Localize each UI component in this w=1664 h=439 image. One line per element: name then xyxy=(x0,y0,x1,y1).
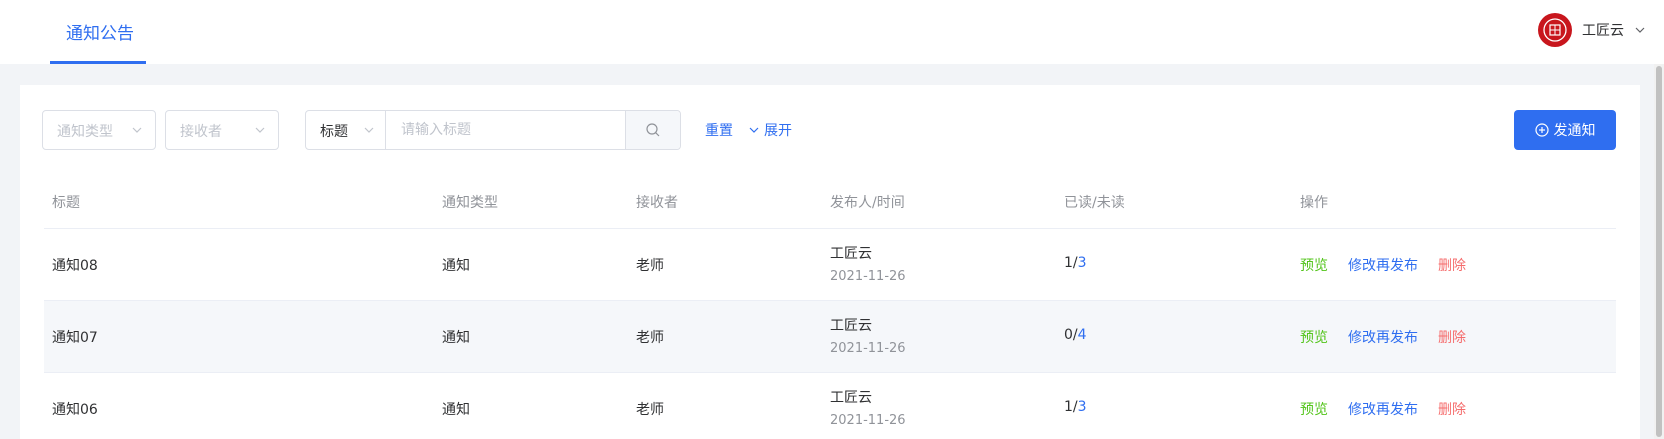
table-row: 通知06 通知 老师 工匠云 2021-11-26 1/3 预览 修改再发布 删… xyxy=(44,373,1616,439)
receiver-select[interactable]: 接收者 xyxy=(165,110,279,150)
unread-count-link[interactable]: 3 xyxy=(1078,255,1087,271)
edit-republish-button[interactable]: 修改再发布 xyxy=(1348,399,1418,419)
table-row: 通知07 通知 老师 工匠云 2021-11-26 0/4 预览 修改再发布 删… xyxy=(44,301,1616,373)
row-actions: 预览 修改再发布 删除 xyxy=(1300,327,1466,347)
notice-type-select[interactable]: 通知类型 xyxy=(42,110,156,150)
notice-table: 标题 通知类型 接收者 发布人/时间 已读/未读 操作 通知08 通知 老师 工… xyxy=(44,173,1616,439)
column-header-type: 通知类型 xyxy=(442,195,498,211)
scrollbar-thumb[interactable] xyxy=(1656,66,1662,437)
cell-read-count: 1/3 xyxy=(1064,399,1087,415)
tab-notice[interactable]: 通知公告 xyxy=(50,0,146,64)
row-actions: 预览 修改再发布 删除 xyxy=(1300,399,1466,419)
cell-title: 通知08 xyxy=(52,258,98,274)
reset-button[interactable]: 重置 xyxy=(705,120,733,140)
top-bar: 通知公告 工匠云 xyxy=(0,0,1664,64)
cell-type: 通知 xyxy=(442,330,470,346)
column-header-publisher: 发布人/时间 xyxy=(830,195,905,211)
tab-notice-label: 通知公告 xyxy=(66,24,134,44)
column-header-read: 已读/未读 xyxy=(1064,195,1125,211)
publish-date: 2021-11-26 xyxy=(830,269,906,284)
tab-active-indicator xyxy=(50,61,146,64)
unread-count-link[interactable]: 4 xyxy=(1078,327,1087,343)
cell-type: 通知 xyxy=(442,402,470,418)
user-name: 工匠云 xyxy=(1582,23,1624,39)
cell-publisher: 工匠云 2021-11-26 xyxy=(830,243,906,284)
chevron-down-icon xyxy=(132,127,142,133)
table-row: 通知08 通知 老师 工匠云 2021-11-26 1/3 预览 修改再发布 删… xyxy=(44,229,1616,301)
publisher-name: 工匠云 xyxy=(830,318,872,334)
cell-publisher: 工匠云 2021-11-26 xyxy=(830,387,906,428)
cell-receiver: 老师 xyxy=(636,402,664,418)
user-menu[interactable]: 工匠云 xyxy=(1538,12,1646,48)
cell-title: 通知06 xyxy=(52,402,98,418)
title-search-group: 标题 xyxy=(305,110,681,150)
content-card: 通知类型 接收者 标题 重置 展开 发通知 标 xyxy=(20,85,1640,439)
publish-date: 2021-11-26 xyxy=(830,341,906,356)
search-button[interactable] xyxy=(625,111,680,149)
read-count: 1/ xyxy=(1064,399,1078,415)
cell-type: 通知 xyxy=(442,258,470,274)
search-field-value: 标题 xyxy=(320,124,348,140)
expand-button[interactable]: 展开 xyxy=(748,120,792,140)
delete-button[interactable]: 删除 xyxy=(1438,327,1466,347)
chevron-down-icon xyxy=(364,127,374,133)
cell-publisher: 工匠云 2021-11-26 xyxy=(830,315,906,356)
search-icon xyxy=(646,123,660,137)
publish-notice-label: 发通知 xyxy=(1553,123,1596,139)
preview-button[interactable]: 预览 xyxy=(1300,255,1328,275)
cell-read-count: 0/4 xyxy=(1064,327,1087,343)
column-header-title: 标题 xyxy=(52,195,80,211)
edit-republish-button[interactable]: 修改再发布 xyxy=(1348,255,1418,275)
title-search-input[interactable] xyxy=(387,111,627,149)
read-count: 0/ xyxy=(1064,327,1078,343)
delete-button[interactable]: 删除 xyxy=(1438,399,1466,419)
chevron-down-icon xyxy=(749,127,759,133)
row-actions: 预览 修改再发布 删除 xyxy=(1300,255,1466,275)
chevron-down-icon xyxy=(1634,24,1646,36)
search-field-select[interactable]: 标题 xyxy=(306,111,386,149)
avatar xyxy=(1538,13,1572,47)
publish-date: 2021-11-26 xyxy=(830,413,906,428)
delete-button[interactable]: 删除 xyxy=(1438,255,1466,275)
page-scrollbar[interactable] xyxy=(1654,64,1664,439)
column-header-receiver: 接收者 xyxy=(636,195,678,211)
cell-title: 通知07 xyxy=(52,330,98,346)
publisher-name: 工匠云 xyxy=(830,390,872,406)
seal-logo-icon xyxy=(1543,18,1567,42)
read-count: 1/ xyxy=(1064,255,1078,271)
preview-button[interactable]: 预览 xyxy=(1300,399,1328,419)
preview-button[interactable]: 预览 xyxy=(1300,327,1328,347)
notice-type-placeholder: 通知类型 xyxy=(57,124,113,140)
cell-read-count: 1/3 xyxy=(1064,255,1087,271)
chevron-down-icon xyxy=(255,127,265,133)
column-header-actions: 操作 xyxy=(1300,195,1328,211)
receiver-placeholder: 接收者 xyxy=(180,124,222,140)
cell-receiver: 老师 xyxy=(636,258,664,274)
cell-receiver: 老师 xyxy=(636,330,664,346)
table-header: 标题 通知类型 接收者 发布人/时间 已读/未读 操作 xyxy=(44,173,1616,229)
edit-republish-button[interactable]: 修改再发布 xyxy=(1348,327,1418,347)
publish-notice-button[interactable]: 发通知 xyxy=(1514,110,1616,150)
expand-label: 展开 xyxy=(764,123,792,139)
unread-count-link[interactable]: 3 xyxy=(1078,399,1087,415)
plus-circle-icon xyxy=(1534,123,1549,137)
publisher-name: 工匠云 xyxy=(830,246,872,262)
